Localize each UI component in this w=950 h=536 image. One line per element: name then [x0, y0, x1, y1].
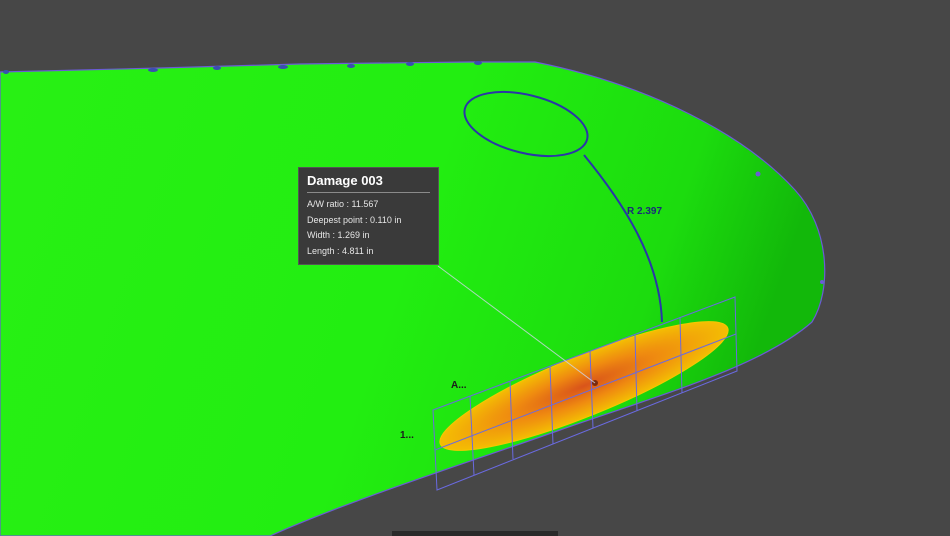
length-value: Length : 4.811 in: [307, 245, 374, 256]
deepest-point: Deepest point : 0.110 in: [307, 214, 402, 225]
width-value: Width : 1.269 in: [307, 230, 370, 240]
radius-label: R 2.397: [627, 206, 663, 217]
grid-label-1: 1...: [400, 430, 414, 441]
wing-surface[interactable]: [0, 61, 826, 536]
damage-title: Damage 003: [307, 173, 430, 193]
grid-label-a: A...: [451, 380, 467, 391]
damage-info-tooltip: Damage 003 A/W ratio : 11.567 Deepest po…: [298, 167, 439, 265]
aw-ratio: A/W ratio : 11.567: [307, 199, 379, 209]
3d-viewport[interactable]: [0, 0, 950, 536]
bottom-scrollbar[interactable]: [392, 531, 558, 536]
